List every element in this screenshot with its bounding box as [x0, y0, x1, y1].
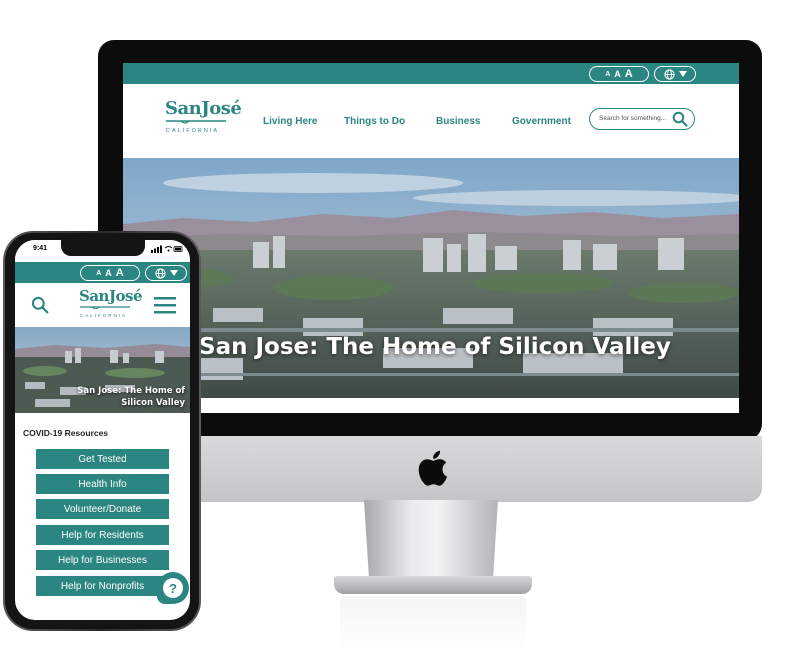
mobile-text-size-small[interactable]: A: [96, 270, 101, 277]
logo-underline-graphic: [80, 306, 130, 310]
monitor-stand-reflection: [340, 596, 526, 652]
help-nonprofits-button[interactable]: Help for Nonprofits: [36, 576, 169, 596]
logo-underline-graphic: [166, 120, 226, 124]
mobile-hero-title: San Jose: The Home of Silicon Valley: [77, 386, 185, 408]
apple-logo-icon: [418, 450, 448, 486]
hamburger-menu-icon[interactable]: [154, 296, 176, 314]
globe-icon: [663, 68, 675, 80]
chevron-down-icon: [169, 270, 178, 276]
hero-title: San Jose: The Home of Silicon Valley: [199, 334, 671, 360]
text-size-control[interactable]: A A A: [589, 66, 649, 82]
mobile-utility-bar: A A A: [15, 262, 190, 283]
status-bar: 9:41: [15, 240, 190, 260]
nav-business[interactable]: Business: [436, 116, 480, 127]
logo-subtitle: CALIFORNIA: [80, 313, 128, 318]
language-selector[interactable]: [654, 66, 696, 82]
nav-government[interactable]: Government: [512, 116, 571, 127]
globe-icon: [154, 267, 166, 279]
nav-things-to-do[interactable]: Things to Do: [344, 116, 405, 127]
search-icon[interactable]: [31, 296, 49, 314]
text-size-small[interactable]: A: [605, 71, 610, 78]
text-size-large[interactable]: A: [625, 68, 633, 80]
logo-wordmark: SanJosé: [79, 287, 143, 305]
logo-subtitle: CALIFORNIA: [166, 128, 220, 134]
mobile-site-logo[interactable]: SanJosé CALIFORNIA: [77, 289, 143, 323]
status-time: 9:41: [33, 245, 48, 252]
help-residents-button[interactable]: Help for Residents: [36, 525, 169, 545]
volunteer-donate-button[interactable]: Volunteer/Donate: [36, 499, 169, 519]
help-question-icon: ?: [163, 578, 183, 598]
mobile-header: SanJosé CALIFORNIA: [15, 283, 190, 325]
search-input[interactable]: Search for something...: [599, 115, 666, 122]
help-businesses-button[interactable]: Help for Businesses: [36, 550, 169, 570]
mobile-text-size-medium[interactable]: A: [105, 268, 112, 278]
desktop-utility-bar: A A A: [123, 63, 739, 84]
desktop-screen: A A A SanJosé CALIFORNIA Living Here Thi…: [123, 63, 739, 413]
mobile-language-selector[interactable]: [145, 265, 187, 281]
mobile-screen: 9:41 A A A SanJosé CALIFORNIA San Jose: …: [15, 240, 190, 620]
status-icons: [151, 245, 183, 253]
help-chat-button[interactable]: ?: [157, 572, 189, 604]
site-logo[interactable]: SanJosé CALIFORNIA: [161, 100, 242, 142]
search-box[interactable]: Search for something...: [589, 108, 695, 130]
mobile-hero-image: San Jose: The Home of Silicon Valley: [15, 327, 190, 413]
city-skyline-photo: [123, 158, 739, 398]
chevron-down-icon: [678, 71, 687, 77]
mobile-text-size-large[interactable]: A: [116, 267, 124, 279]
monitor-stand-neck: [364, 500, 498, 584]
text-size-medium[interactable]: A: [614, 69, 621, 79]
health-info-button[interactable]: Health Info: [36, 474, 169, 494]
phone-notch: [61, 240, 145, 256]
mobile-text-size-control[interactable]: A A A: [80, 265, 140, 281]
search-icon[interactable]: [672, 111, 688, 127]
nav-living-here[interactable]: Living Here: [263, 116, 317, 127]
monitor-stand-base: [334, 576, 532, 594]
hero-image: San Jose: The Home of Silicon Valley: [123, 158, 739, 398]
get-tested-button[interactable]: Get Tested: [36, 449, 169, 469]
logo-wordmark: SanJosé: [165, 98, 242, 119]
covid-resources-heading: COVID-19 Resources: [23, 428, 109, 438]
